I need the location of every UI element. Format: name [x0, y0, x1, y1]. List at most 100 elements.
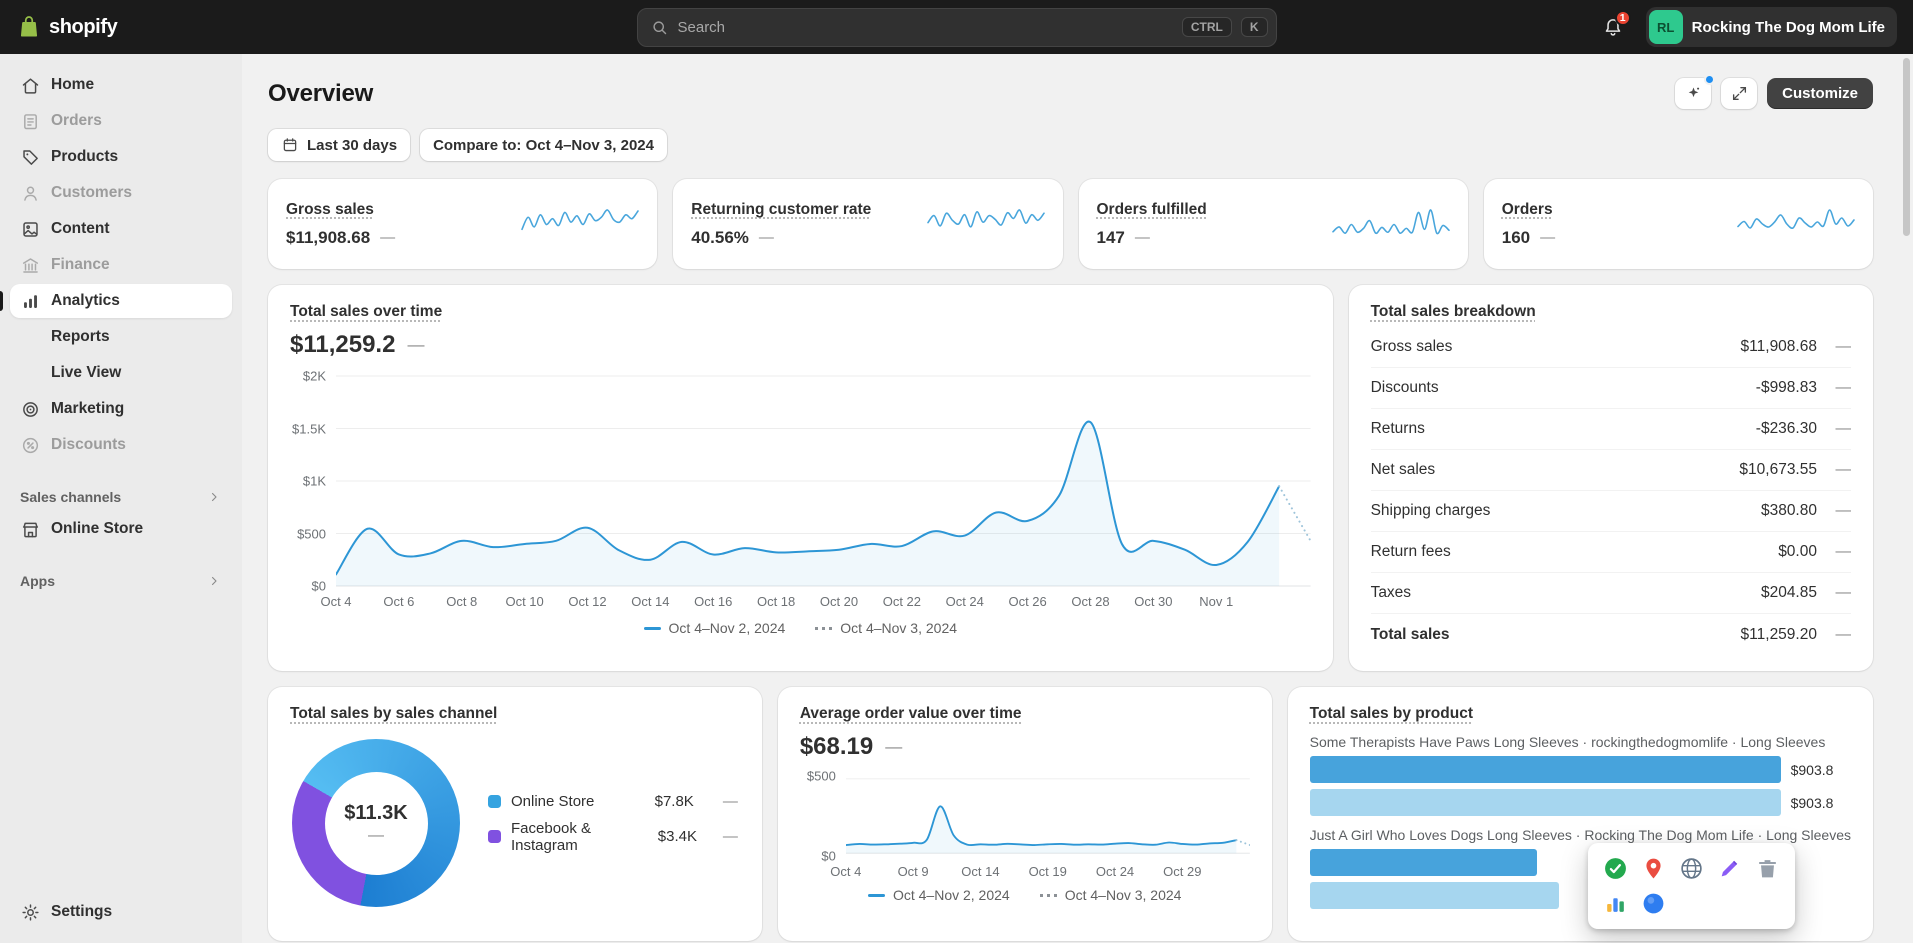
map-pin-icon[interactable] [1641, 856, 1666, 881]
breakdown-label: Gross sales [1371, 338, 1453, 356]
notifications-button[interactable]: 1 [1594, 8, 1632, 46]
account-menu[interactable]: RL Rocking The Dog Mom Life [1646, 7, 1897, 47]
product-bar[interactable] [1310, 789, 1781, 816]
breakdown-row-discounts[interactable]: Discounts-$998.83— [1371, 368, 1851, 409]
line-series-projection [1279, 486, 1310, 541]
sidebar-item-finance[interactable]: Finance [10, 248, 232, 282]
total-sales-value: $11,259.2 [290, 331, 395, 359]
sidebar-item-home[interactable]: Home [10, 68, 232, 102]
sidebar-item-content[interactable]: Content [10, 212, 232, 246]
trash-icon[interactable] [1755, 856, 1780, 881]
card-title-sales-by-product[interactable]: Total sales by product [1310, 705, 1473, 723]
breakdown-value: -$998.83 [1756, 379, 1817, 397]
channel-swatch [488, 830, 501, 843]
channel-legend-item-facebook-&-instagram: Facebook & Instagram$3.4K— [488, 820, 738, 854]
search-bar[interactable]: CTRL K [637, 8, 1277, 47]
card-title-total-sales-breakdown[interactable]: Total sales breakdown [1371, 303, 1536, 321]
kpi-value: 40.56% [691, 228, 749, 248]
total-sales-chart[interactable] [336, 375, 1311, 587]
customize-button[interactable]: Customize [1767, 78, 1873, 109]
product-bar[interactable] [1310, 756, 1781, 783]
sidebar-item-settings[interactable]: Settings [10, 895, 232, 929]
sidebar-item-reports[interactable]: Reports [10, 320, 232, 354]
area-fill [846, 806, 1236, 853]
card-title-average-order-value[interactable]: Average order value over time [800, 705, 1022, 723]
shopify-bag-icon [16, 14, 42, 40]
product-label: Some Therapists Have Paws Long Sleeves ·… [1310, 734, 1851, 750]
sidebar-item-products[interactable]: Products [10, 140, 232, 174]
topbar: shopify CTRL K 1 RL Rocking The Dog Mom … [0, 0, 1913, 54]
date-range-filter[interactable]: Last 30 days [268, 129, 410, 161]
section-label: Sales channels [20, 489, 121, 505]
section-header-sales-channels[interactable]: Sales channels [10, 482, 232, 512]
search-icon [650, 18, 669, 37]
legend-comparison-period: Oct 4–Nov 3, 2024 [1040, 887, 1182, 903]
breakdown-label: Total sales [1371, 626, 1450, 644]
breakdown-label: Discounts [1371, 379, 1439, 397]
breakdown-row-net-sales[interactable]: Net sales$10,673.55— [1371, 450, 1851, 491]
sidebar-item-discounts[interactable]: Discounts [10, 428, 232, 462]
bar-chart-icon[interactable] [1603, 891, 1628, 916]
insights-assistant-button[interactable] [1675, 78, 1711, 109]
breakdown-row-return-fees[interactable]: Return fees$0.00— [1371, 532, 1851, 573]
pencil-icon[interactable] [1717, 856, 1742, 881]
breakdown-row-total-sales[interactable]: Total sales$11,259.20— [1371, 614, 1851, 655]
kpi-label-gross-sales[interactable]: Gross sales [286, 201, 374, 219]
sidebar-item-label: Analytics [51, 292, 120, 310]
channel-label: Facebook & Instagram [511, 820, 648, 854]
customers-icon [20, 183, 41, 204]
card-title-total-sales-over-time[interactable]: Total sales over time [290, 303, 442, 321]
breakdown-row-gross-sales[interactable]: Gross sales$11,908.68— [1371, 327, 1851, 368]
search-input[interactable] [678, 19, 1173, 36]
sidebar-item-label: Settings [51, 903, 112, 921]
scrollbar-thumb[interactable] [1903, 58, 1910, 236]
channel-value: $7.8K [655, 793, 694, 810]
sidebar-item-live-view[interactable]: Live View [10, 356, 232, 390]
product-bar-row: $903.8 [1310, 789, 1851, 816]
compare-filter[interactable]: Compare to: Oct 4–Nov 3, 2024 [420, 129, 667, 161]
solid-line-marker [868, 894, 885, 897]
kpi-sparkline [1332, 206, 1450, 242]
notification-dot [1704, 74, 1715, 85]
product-bar[interactable] [1310, 882, 1559, 909]
blue-circle-icon[interactable] [1641, 891, 1666, 916]
sidebar-item-online-store[interactable]: Online Store [10, 512, 232, 546]
expand-icon [1730, 84, 1749, 103]
breakdown-row-shipping-charges[interactable]: Shipping charges$380.80— [1371, 491, 1851, 532]
page-title: Overview [268, 80, 373, 108]
kpi-sparkline [521, 206, 639, 242]
sidebar-item-marketing[interactable]: Marketing [10, 392, 232, 426]
kpi-label-returning-customer-rate[interactable]: Returning customer rate [691, 201, 871, 219]
x-axis-label: Nov 1 [1199, 594, 1233, 609]
aov-chart[interactable] [846, 775, 1250, 857]
x-axis-label: Oct 4 [830, 864, 861, 879]
chevron-right-icon [206, 489, 222, 505]
kpi-label-orders-fulfilled[interactable]: Orders fulfilled [1097, 201, 1207, 219]
card-title-sales-by-channel[interactable]: Total sales by sales channel [290, 705, 497, 723]
globe-icon[interactable] [1679, 856, 1704, 881]
breakdown-row-returns[interactable]: Returns-$236.30— [1371, 409, 1851, 450]
breakdown-row-taxes[interactable]: Taxes$204.85— [1371, 573, 1851, 614]
shopify-logo[interactable]: shopify [16, 14, 117, 40]
gear-icon [20, 902, 41, 923]
kpi-label-orders[interactable]: Orders [1502, 201, 1553, 219]
comparison-dash: — [1817, 543, 1851, 561]
sidebar-item-orders[interactable]: Orders [10, 104, 232, 138]
product-bar-row: $903.8 [1310, 756, 1851, 783]
kpi-value: 160 [1502, 228, 1530, 248]
discounts-icon [20, 435, 41, 456]
comparison-dash: — [1817, 584, 1851, 602]
analytics-icon [20, 291, 41, 312]
product-bar[interactable] [1310, 849, 1537, 876]
check-circle-icon[interactable] [1603, 856, 1628, 881]
x-axis-label: Oct 6 [383, 594, 414, 609]
section-header-apps[interactable]: Apps [10, 566, 232, 596]
sidebar-item-label: Finance [51, 256, 110, 274]
area-fill [336, 422, 1279, 586]
kpi-sparkline [927, 206, 1045, 242]
sidebar-item-analytics[interactable]: Analytics [10, 284, 232, 318]
sidebar-item-customers[interactable]: Customers [10, 176, 232, 210]
sales-channel-donut[interactable]: $11.3K — [292, 739, 460, 907]
fullscreen-button[interactable] [1721, 78, 1757, 109]
average-order-value-card: Average order value over time $68.19— $5… [778, 687, 1272, 941]
